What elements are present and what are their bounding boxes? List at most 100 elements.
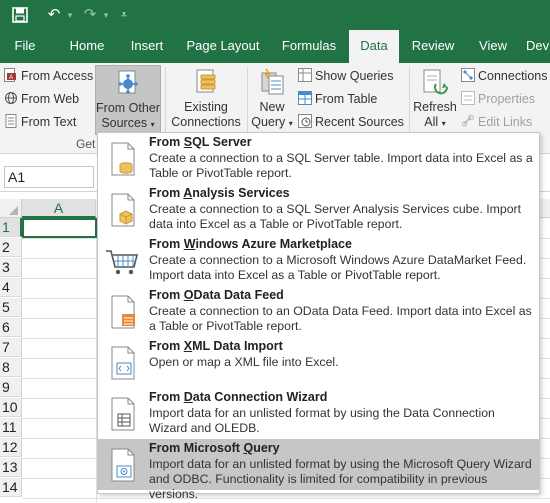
row-header[interactable]: 6 bbox=[0, 318, 22, 337]
edit-links-label: Edit Links bbox=[478, 115, 533, 129]
access-icon: A bbox=[4, 68, 16, 82]
table-icon bbox=[298, 91, 312, 105]
menu-item-analysis-services[interactable]: From Analysis Services Create a connecti… bbox=[98, 184, 539, 235]
connections-icon bbox=[461, 68, 475, 82]
show-queries-button[interactable]: Show Queries bbox=[298, 66, 394, 86]
undo-dropdown-icon[interactable]: ▾ bbox=[60, 5, 80, 25]
menu-item-description: Create a connection to a SQL Server tabl… bbox=[149, 151, 533, 180]
show-queries-icon bbox=[298, 68, 312, 82]
edit-links-button[interactable]: Edit Links bbox=[461, 112, 532, 132]
menu-item-xml-import[interactable]: From XML Data Import Open or map a XML f… bbox=[98, 337, 539, 388]
menu-item-title: From Microsoft Query bbox=[149, 441, 280, 455]
menu-item-description: Create a connection to a SQL Server Anal… bbox=[149, 202, 522, 231]
from-other-sources-button[interactable]: From Other Sources ▾ bbox=[95, 65, 161, 135]
show-queries-label: Show Queries bbox=[315, 69, 394, 83]
tab-file[interactable]: File bbox=[4, 30, 46, 63]
row-header[interactable]: 9 bbox=[0, 378, 22, 397]
row-header[interactable]: 13 bbox=[0, 458, 22, 477]
from-text-button[interactable]: From Text bbox=[4, 112, 76, 132]
from-web-button[interactable]: From Web bbox=[4, 89, 79, 109]
existing-connections-label-2: Connections bbox=[171, 115, 241, 129]
row-header[interactable]: 3 bbox=[0, 258, 22, 277]
new-query-label-1: New bbox=[259, 100, 285, 114]
chevron-down-icon: ▾ bbox=[288, 119, 293, 128]
connections-button[interactable]: Connections bbox=[461, 66, 548, 86]
refresh-all-button[interactable]: Refresh All ▾ bbox=[413, 65, 457, 131]
chevron-down-icon: ▾ bbox=[441, 119, 446, 128]
tab-view[interactable]: View bbox=[470, 30, 516, 63]
odata-feed-icon bbox=[111, 295, 135, 329]
tab-developer[interactable]: Dev bbox=[526, 30, 550, 63]
redo-dropdown-icon[interactable]: ▾ bbox=[96, 5, 116, 25]
tab-formulas[interactable]: Formulas bbox=[276, 30, 342, 63]
name-box[interactable]: A1 bbox=[4, 166, 94, 188]
menu-item-title: From Analysis Services bbox=[149, 186, 290, 200]
tab-page-layout[interactable]: Page Layout bbox=[182, 30, 264, 63]
active-cell-a1[interactable] bbox=[22, 218, 97, 238]
row-header[interactable]: 4 bbox=[0, 278, 22, 297]
menu-item-description: Create a connection to a Microsoft Windo… bbox=[149, 253, 527, 282]
recent-sources-icon bbox=[298, 114, 312, 128]
recent-sources-label: Recent Sources bbox=[315, 115, 404, 129]
existing-connections-icon bbox=[196, 69, 216, 93]
menu-item-data-connection-wizard[interactable]: From Data Connection Wizard Import data … bbox=[98, 388, 539, 439]
menu-item-title: From Windows Azure Marketplace bbox=[149, 237, 352, 251]
text-file-icon bbox=[5, 114, 17, 128]
refresh-all-label-2: All bbox=[424, 115, 439, 129]
from-other-sources-menu: From SQL Server Create a connection to a… bbox=[97, 132, 540, 501]
connections-label: Connections bbox=[478, 69, 548, 83]
row-header[interactable]: 2 bbox=[0, 238, 22, 257]
from-access-button[interactable]: A From Access bbox=[4, 66, 93, 86]
menu-item-odata-feed[interactable]: From OData Data Feed Create a connection… bbox=[98, 286, 539, 337]
properties-icon bbox=[461, 91, 475, 105]
row-header[interactable]: 11 bbox=[0, 418, 22, 437]
new-query-button[interactable]: New Query ▾ bbox=[251, 65, 293, 131]
properties-button[interactable]: Properties bbox=[461, 89, 535, 109]
azure-marketplace-icon bbox=[106, 250, 139, 275]
properties-label: Properties bbox=[478, 92, 535, 106]
data-connection-wizard-icon bbox=[111, 397, 135, 431]
menu-item-microsoft-query[interactable]: From Microsoft Query Import data for an … bbox=[98, 439, 539, 501]
menu-item-description: Import data for an unlisted format by us… bbox=[149, 406, 495, 435]
row-header[interactable]: 12 bbox=[0, 438, 22, 457]
menu-item-description: Create a connection to an OData Data Fee… bbox=[149, 304, 532, 333]
from-text-label: From Text bbox=[21, 115, 77, 129]
row-header[interactable]: 8 bbox=[0, 358, 22, 377]
from-other-sources-label-2: Sources bbox=[101, 116, 148, 130]
tab-data[interactable]: Data bbox=[349, 30, 399, 63]
row-header[interactable]: 10 bbox=[0, 398, 22, 417]
row-header[interactable]: 7 bbox=[0, 338, 22, 357]
select-all-button[interactable] bbox=[0, 199, 22, 218]
menu-item-title: From OData Data Feed bbox=[149, 288, 284, 302]
row-header[interactable]: 1 bbox=[0, 218, 22, 237]
menu-item-title: From XML Data Import bbox=[149, 339, 283, 353]
svg-text:A: A bbox=[9, 75, 13, 81]
row-header[interactable]: 14 bbox=[0, 478, 22, 497]
new-query-label-2: Query bbox=[251, 115, 286, 129]
title-bar: ↶ ▾ ↷ ▾ ⩡ bbox=[0, 0, 550, 30]
from-web-label: From Web bbox=[21, 92, 80, 106]
tab-home[interactable]: Home bbox=[62, 30, 112, 63]
menu-item-title: From SQL Server bbox=[149, 135, 252, 149]
existing-connections-button[interactable]: Existing Connections bbox=[170, 65, 242, 130]
save-icon[interactable] bbox=[10, 5, 30, 25]
menu-item-sql-server[interactable]: From SQL Server Create a connection to a… bbox=[98, 133, 539, 184]
recent-sources-button[interactable]: Recent Sources bbox=[298, 112, 404, 132]
menu-item-description: Open or map a XML file into Excel. bbox=[149, 355, 339, 369]
edit-links-icon bbox=[461, 114, 474, 127]
ribbon-tabs: File Home Insert Page Layout Formulas Da… bbox=[0, 30, 550, 63]
column-header-a[interactable]: A bbox=[22, 199, 96, 218]
row-header[interactable]: 5 bbox=[0, 298, 22, 317]
get-external-data-group-label: Get bbox=[76, 137, 96, 151]
customize-qat-icon[interactable]: ⩡ bbox=[114, 5, 134, 25]
menu-item-azure-marketplace[interactable]: From Windows Azure Marketplace Create a … bbox=[98, 235, 539, 286]
from-table-button[interactable]: From Table bbox=[298, 89, 377, 109]
microsoft-query-icon bbox=[111, 448, 135, 482]
chevron-down-icon: ▾ bbox=[150, 120, 155, 129]
globe-icon bbox=[5, 92, 17, 104]
tab-review[interactable]: Review bbox=[408, 30, 458, 63]
sql-server-icon bbox=[111, 142, 135, 176]
tab-insert[interactable]: Insert bbox=[122, 30, 172, 63]
existing-connections-label-1: Existing bbox=[184, 100, 228, 114]
from-other-sources-label-1: From Other bbox=[96, 101, 160, 115]
